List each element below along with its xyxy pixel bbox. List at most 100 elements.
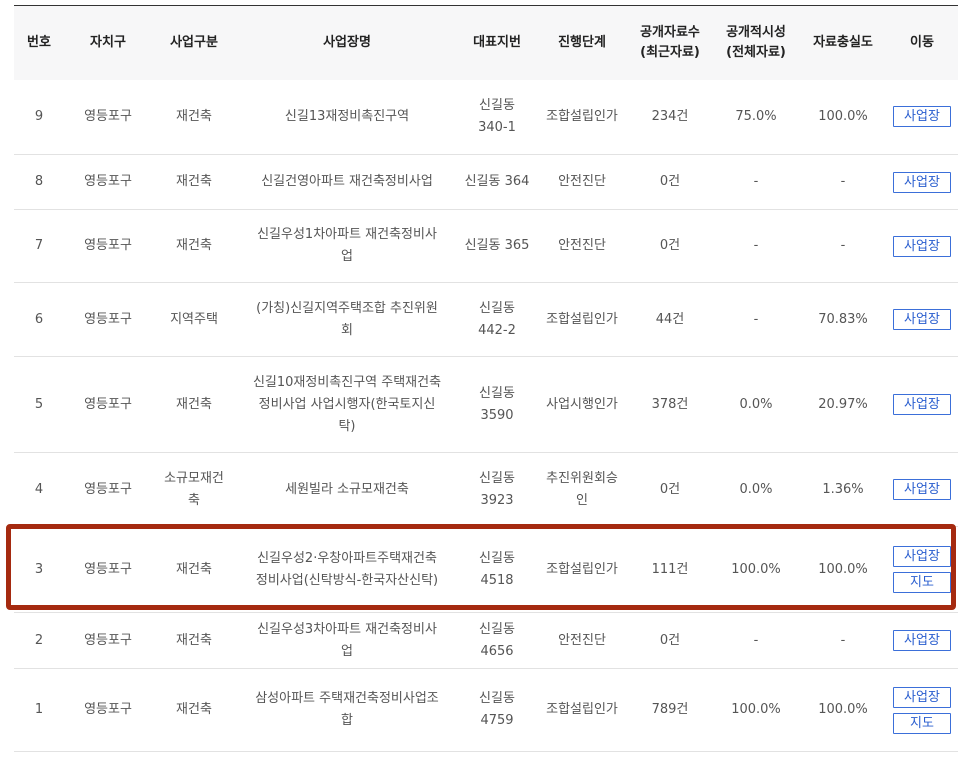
project-type-cell: 재건축 xyxy=(176,396,212,412)
public-count-cell: 0건 xyxy=(659,481,681,497)
stage-cell: 안전진단 xyxy=(558,238,606,253)
lot-number-cell: 신길동 3923 xyxy=(479,470,515,508)
fidelity-cell: - xyxy=(840,174,846,189)
public-count-cell: 0건 xyxy=(659,174,681,189)
public-count-cell: 0건 xyxy=(659,238,681,253)
project-site-button[interactable]: 사업장 xyxy=(893,546,951,567)
col-navigate-header: 이동 xyxy=(910,34,934,50)
project-site-button[interactable]: 사업장 xyxy=(893,686,951,708)
navigate-cell: 사업장지도 xyxy=(886,527,958,613)
lot-number-cell: 신길동 442-2 xyxy=(478,300,516,338)
district-cell: 영등포구 xyxy=(84,632,132,648)
col-timeliness-header: 공개적시성 (전체자료) xyxy=(726,24,786,60)
project-site-button[interactable]: 사업장 xyxy=(893,394,951,415)
stage-cell: 안전진단 xyxy=(558,174,606,189)
fidelity-cell: 1.36% xyxy=(822,481,864,497)
row-number-cell: 9 xyxy=(34,108,44,124)
navigate-buttons: 사업장지도 xyxy=(890,546,954,593)
project-type-cell: 재건축 xyxy=(176,561,212,577)
project-type-cell: 재건축 xyxy=(176,108,212,124)
district-cell: 영등포구 xyxy=(84,108,132,124)
navigate-cell: 사업장 xyxy=(886,155,958,210)
project-type-cell: 지역주택 xyxy=(170,311,218,327)
row-number-cell: 2 xyxy=(34,632,44,648)
fidelity-cell: - xyxy=(840,238,846,253)
navigate-buttons: 사업장 xyxy=(890,235,954,257)
lot-number-cell: 신길동 4656 xyxy=(479,621,515,659)
public-count-cell: 378건 xyxy=(651,396,689,412)
district-cell: 영등포구 xyxy=(84,311,132,327)
table-header: 번호 자치구 사업구분 사업장명 대표지번 진행단계 공개자료수 (최근자료) 공개적시성 (… xyxy=(14,5,958,80)
fidelity-cell: 100.0% xyxy=(818,561,868,577)
row-number-cell: 3 xyxy=(34,561,44,577)
project-table: 번호 자치구 사업구분 사업장명 대표지번 진행단계 공개자료수 (최근자료) 공개적시성 (… xyxy=(14,5,958,752)
project-type-cell: 재건축 xyxy=(176,632,212,648)
timeliness-cell: - xyxy=(753,632,759,648)
lot-number-cell: 신길동 365 xyxy=(464,238,530,253)
table-row: 5 영등포구 재건축 신길10재정비촉진구역 주택재건축 정비사업 사업시행자(한국토… xyxy=(14,357,958,453)
lot-number-cell: 신길동 4759 xyxy=(479,691,515,728)
table-row: 8 영등포구 재건축 신길건영아파트 재건축정비사업 신길동 364 안전진단 0건 - - 사업… xyxy=(14,155,958,210)
lot-number-cell: 신길동 4518 xyxy=(479,550,515,588)
stage-cell: 조합설립인가 xyxy=(546,108,618,124)
district-cell: 영등포구 xyxy=(84,702,132,717)
project-type-cell: 재건축 xyxy=(176,174,212,189)
navigate-buttons: 사업장 xyxy=(890,630,954,651)
navigate-buttons: 사업장 xyxy=(890,394,954,415)
col-stage-header: 진행단계 xyxy=(558,34,606,50)
row-number-cell: 5 xyxy=(34,396,44,412)
lot-number-cell: 신길동 3590 xyxy=(479,385,515,423)
navigate-cell: 사업장 xyxy=(886,613,958,669)
project-name-cell: 신길우성3차아파트 재건축정비사 업 xyxy=(257,621,437,659)
project-site-button[interactable]: 사업장 xyxy=(893,630,951,651)
public-count-cell: 234건 xyxy=(651,108,689,124)
district-cell: 영등포구 xyxy=(84,238,132,253)
row-number-cell: 7 xyxy=(34,238,44,253)
table-row: 9 영등포구 재건축 신길13재정비촉진구역 신길동 340-1 조합설립인가 234건 75… xyxy=(14,80,958,155)
col-fidelity-header: 자료충실도 xyxy=(813,34,873,50)
navigate-cell: 사업장 xyxy=(886,357,958,453)
navigate-buttons: 사업장 xyxy=(890,171,954,193)
header-row: 번호 자치구 사업구분 사업장명 대표지번 진행단계 공개자료수 (최근자료) 공개적시성 (… xyxy=(14,5,958,80)
timeliness-cell: - xyxy=(753,174,759,189)
public-count-cell: 0건 xyxy=(659,632,681,648)
table-row: 3 영등포구 재건축 신길우성2·우창아파트주택재건축 정비사업(신탁방식-한국자산신… xyxy=(14,527,958,613)
project-site-button[interactable]: 사업장 xyxy=(893,235,951,257)
fidelity-cell: - xyxy=(840,632,846,648)
navigate-buttons: 사업장 xyxy=(890,479,954,500)
public-count-cell: 111건 xyxy=(651,561,689,577)
district-cell: 영등포구 xyxy=(84,481,132,497)
table-row: 4 영등포구 소규모재건 축 세원빌라 소규모재건축 신길동 3923 추진위원회승 인 0… xyxy=(14,453,958,527)
stage-cell: 조합설립인가 xyxy=(546,702,618,717)
table-row: 1 영등포구 재건축 삼성아파트 주택재건축정비사업조 합 신길동 4759 조합설립인가… xyxy=(14,669,958,752)
project-site-button[interactable]: 사업장 xyxy=(893,171,951,193)
table-row: 7 영등포구 재건축 신길우성1차아파트 재건축정비사 업 신길동 365 안전진단 0건 -… xyxy=(14,210,958,283)
col-lot-number-header: 대표지번 xyxy=(473,34,521,50)
map-button[interactable]: 지도 xyxy=(893,572,951,593)
project-site-button[interactable]: 사업장 xyxy=(893,479,951,500)
row-number-cell: 4 xyxy=(34,481,44,497)
col-district-header: 자치구 xyxy=(90,34,126,50)
project-name-cell: 삼성아파트 주택재건축정비사업조 합 xyxy=(255,691,439,728)
fidelity-cell: 20.97% xyxy=(818,396,868,412)
timeliness-cell: 0.0% xyxy=(739,481,773,497)
navigate-buttons: 사업장 xyxy=(890,106,954,128)
navigate-cell: 사업장 xyxy=(886,283,958,357)
project-name-cell: 신길10재정비촉진구역 주택재건축 정비사업 사업시행자(한국토지신 탁) xyxy=(252,374,442,434)
project-name-cell: 세원빌라 소규모재건축 xyxy=(285,481,409,497)
project-site-button[interactable]: 사업장 xyxy=(893,106,951,128)
project-name-cell: (가칭)신길지역주택조합 추진위원 회 xyxy=(256,300,438,338)
timeliness-cell: - xyxy=(753,311,759,327)
row-number-cell: 8 xyxy=(34,174,44,189)
map-button[interactable]: 지도 xyxy=(893,712,951,734)
timeliness-cell: 100.0% xyxy=(731,702,781,717)
project-type-cell: 재건축 xyxy=(176,702,212,717)
district-cell: 영등포구 xyxy=(84,396,132,412)
col-project-type-header: 사업구분 xyxy=(170,34,218,50)
col-project-name-header: 사업장명 xyxy=(323,34,371,50)
project-site-button[interactable]: 사업장 xyxy=(893,309,951,330)
navigate-cell: 사업장 xyxy=(886,453,958,527)
district-cell: 영등포구 xyxy=(84,561,132,577)
stage-cell: 사업시행인가 xyxy=(546,396,618,412)
col-public-count-header: 공개자료수 (최근자료) xyxy=(640,24,700,60)
